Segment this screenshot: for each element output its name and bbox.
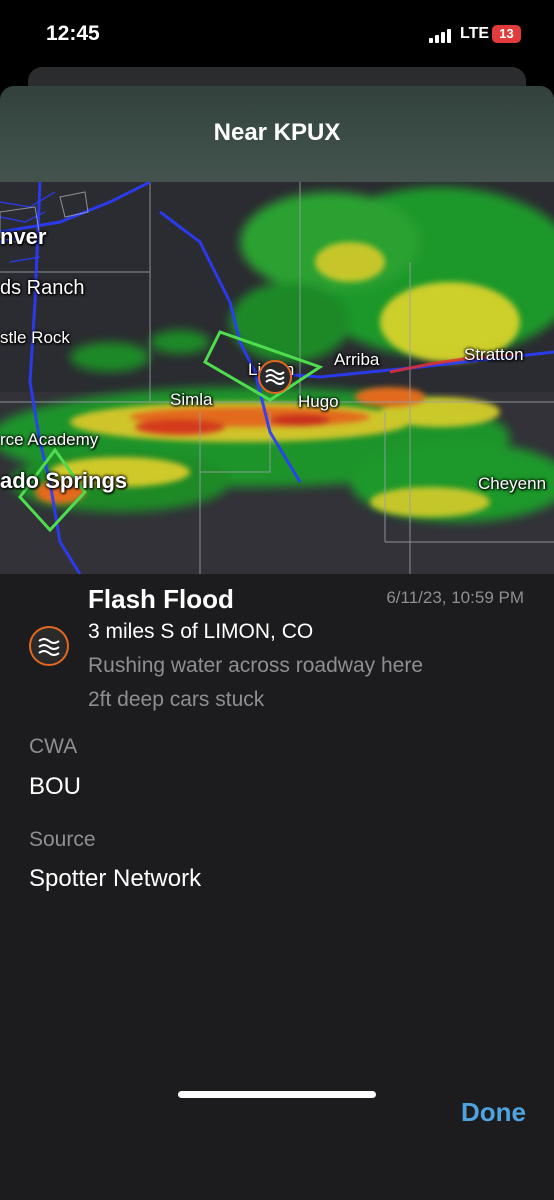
map-label-simla: Simla — [170, 390, 213, 409]
map-label-highlands-ranch: ds Ranch — [0, 277, 85, 299]
source-label: Source — [29, 828, 96, 851]
sheet-title: Near KPUX — [213, 119, 341, 146]
network-type: LTE — [460, 25, 490, 42]
cellular-signal-icon — [429, 29, 455, 43]
report-title: Flash Flood — [88, 584, 234, 614]
done-button[interactable]: Done — [461, 1097, 526, 1128]
map-label-arriba: Arriba — [334, 350, 380, 369]
map-label-denver: nver — [0, 224, 47, 249]
status-time: 12:45 — [46, 22, 100, 45]
report-sheet: Near KPUX nver ds Ranch stle Rock Arriba… — [0, 86, 554, 1200]
flood-waves-icon — [265, 369, 285, 385]
status-bar: 12:45 LTE 13 — [0, 0, 554, 66]
battery-icon: 13 — [492, 25, 521, 43]
map-label-castle-rock: stle Rock — [0, 328, 70, 347]
report-description-line-1: Rushing water across roadway here — [88, 654, 423, 677]
radar-map[interactable]: nver ds Ranch stle Rock Limon Arriba Str… — [0, 182, 554, 574]
screen: 12:45 LTE 13 Near KPUX nver ds Ranch stl… — [0, 0, 554, 1200]
map-label-cheyenne: Cheyenn — [478, 474, 547, 493]
cwa-value: BOU — [29, 773, 82, 800]
report-description: Rushing water across roadway here 2ft de… — [88, 649, 528, 717]
cwa-label: CWA — [29, 735, 78, 758]
home-indicator[interactable] — [178, 1091, 376, 1098]
source-value: Spotter Network — [29, 865, 202, 892]
map-label-air-force-academy: rce Academy — [0, 430, 99, 449]
report-description-line-2: 2ft deep cars stuck — [88, 688, 265, 711]
report-datetime: 6/11/23, 10:59 PM — [386, 588, 524, 607]
battery-level: 13 — [499, 26, 514, 41]
sheet-header: Near KPUX — [0, 86, 554, 182]
map-label-hugo: Hugo — [298, 392, 339, 411]
map-label-stratton: Stratton — [464, 345, 524, 364]
map-label-colorado-springs: ado Springs — [0, 468, 128, 493]
flood-report-marker[interactable] — [258, 360, 292, 394]
report-location: 3 miles S of LIMON, CO — [88, 620, 314, 643]
flood-waves-icon — [38, 638, 60, 656]
report-type-icon — [29, 626, 69, 666]
